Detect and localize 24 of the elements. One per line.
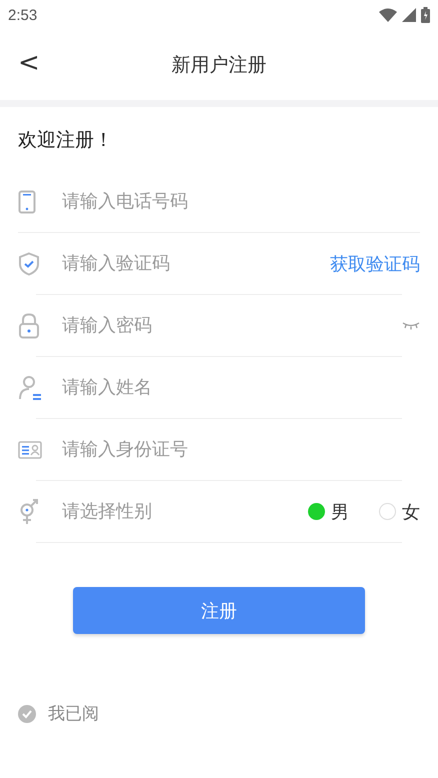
page-title: 新用户注册	[172, 53, 266, 78]
closed-eye-icon[interactable]	[402, 322, 420, 330]
user-icon	[18, 374, 42, 400]
phone-icon	[18, 190, 36, 214]
gender-icon	[18, 498, 40, 524]
status-time: 2:53	[8, 6, 38, 24]
code-field[interactable]: 请输入验证码	[36, 253, 330, 274]
agreement-text: 我已阅	[48, 703, 99, 725]
battery-icon	[421, 7, 430, 23]
gender-option[interactable]: 女	[379, 500, 420, 524]
id-card-icon	[18, 440, 42, 458]
shield-icon	[18, 252, 40, 276]
welcome-text: 欢迎注册！	[17, 128, 114, 153]
wifi-icon	[379, 8, 397, 22]
id-field[interactable]: 请输入身份证号	[36, 439, 402, 460]
check-icon[interactable]	[18, 704, 36, 722]
gender-option[interactable]: 男	[308, 500, 349, 524]
back-button[interactable]: <	[12, 48, 46, 78]
password-field[interactable]: 请输入密码	[36, 315, 402, 336]
lock-icon	[18, 312, 40, 338]
signal-icon	[402, 8, 416, 22]
phone-field[interactable]: 请输入电话号码	[18, 191, 420, 212]
name-field[interactable]: 请输入姓名	[36, 377, 402, 398]
gender-field[interactable]: 请选择性别	[36, 501, 308, 522]
